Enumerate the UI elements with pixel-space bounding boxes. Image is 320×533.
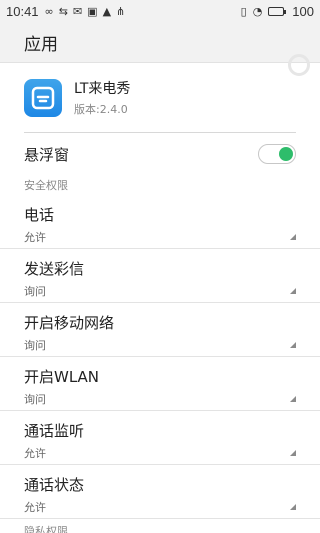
permission-row-mms[interactable]: 发送彩信 询问 [0,249,320,303]
app-version: 版本:2.4.0 [74,103,128,116]
dropdown-corner-icon [290,504,296,510]
scroll-indicator [288,54,310,76]
floating-window-toggle[interactable] [258,144,296,164]
dropdown-corner-icon [290,342,296,348]
permission-row-wlan[interactable]: 开启WLAN 询问 [0,357,320,411]
status-bar: 10:41 ∞ ⇆ ✉ ▣ ▲ ⋔ ▯ ◔ 100 [0,0,320,22]
status-time: 10:41 [6,3,39,19]
page-title: 应用 [24,34,58,55]
permission-title: 开启WLAN [24,368,100,386]
battery-icon [268,6,287,16]
permission-value: 允许 [24,447,46,460]
section-privacy-title: 隐私权限 [24,525,68,533]
toggle-knob [279,147,293,161]
permission-row-phone[interactable]: 电话 允许 [0,195,320,249]
battery-level: 100 [292,3,314,19]
dropdown-corner-icon [290,450,296,456]
permission-value: 允许 [24,501,46,514]
section-security-title: 安全权限 [24,179,68,192]
floating-window-label: 悬浮窗 [24,145,70,164]
warning-icon: ▲ [102,4,112,18]
dropdown-corner-icon [290,288,296,294]
image-icon: ▣ [87,4,98,18]
permission-title: 开启移动网络 [24,314,115,332]
permission-title: 发送彩信 [24,260,85,278]
permission-value: 询问 [24,393,46,406]
share-icon: ⋔ [116,4,126,18]
status-right-icons: ▯ ◔ 100 [241,4,314,19]
app-logo-icon [24,78,62,117]
permission-row-call-monitor[interactable]: 通话监听 允许 [0,411,320,465]
app-name: LT来电秀 [74,81,131,97]
permission-list: 电话 允许 发送彩信 询问 开启移动网络 询问 开启WLAN 询问 通话监听 允… [0,195,320,519]
usb-icon: ⇆ [58,4,68,18]
permission-title: 电话 [24,206,55,224]
vibrate-icon: ▯ [240,4,247,18]
dropdown-corner-icon [290,234,296,240]
app-info: LT来电秀 版本:2.4.0 [0,63,320,132]
permission-value: 允许 [24,231,46,244]
mail-icon: ✉ [72,4,83,18]
permission-title: 通话状态 [24,476,85,494]
status-left-icons: ∞ ⇆ ✉ ▣ ▲ ⋔ [45,5,126,18]
permission-title: 通话监听 [24,422,85,440]
floating-window-row[interactable]: 悬浮窗 [0,133,320,175]
permission-row-mobile-data[interactable]: 开启移动网络 询问 [0,303,320,357]
permission-row-call-state[interactable]: 通话状态 允许 [0,465,320,519]
permission-value: 询问 [24,285,46,298]
voicemail-icon: ∞ [44,4,54,18]
wifi-icon: ◔ [252,4,263,18]
app-bar: 应用 [0,22,320,63]
dropdown-corner-icon [290,396,296,402]
permission-value: 询问 [24,339,46,352]
